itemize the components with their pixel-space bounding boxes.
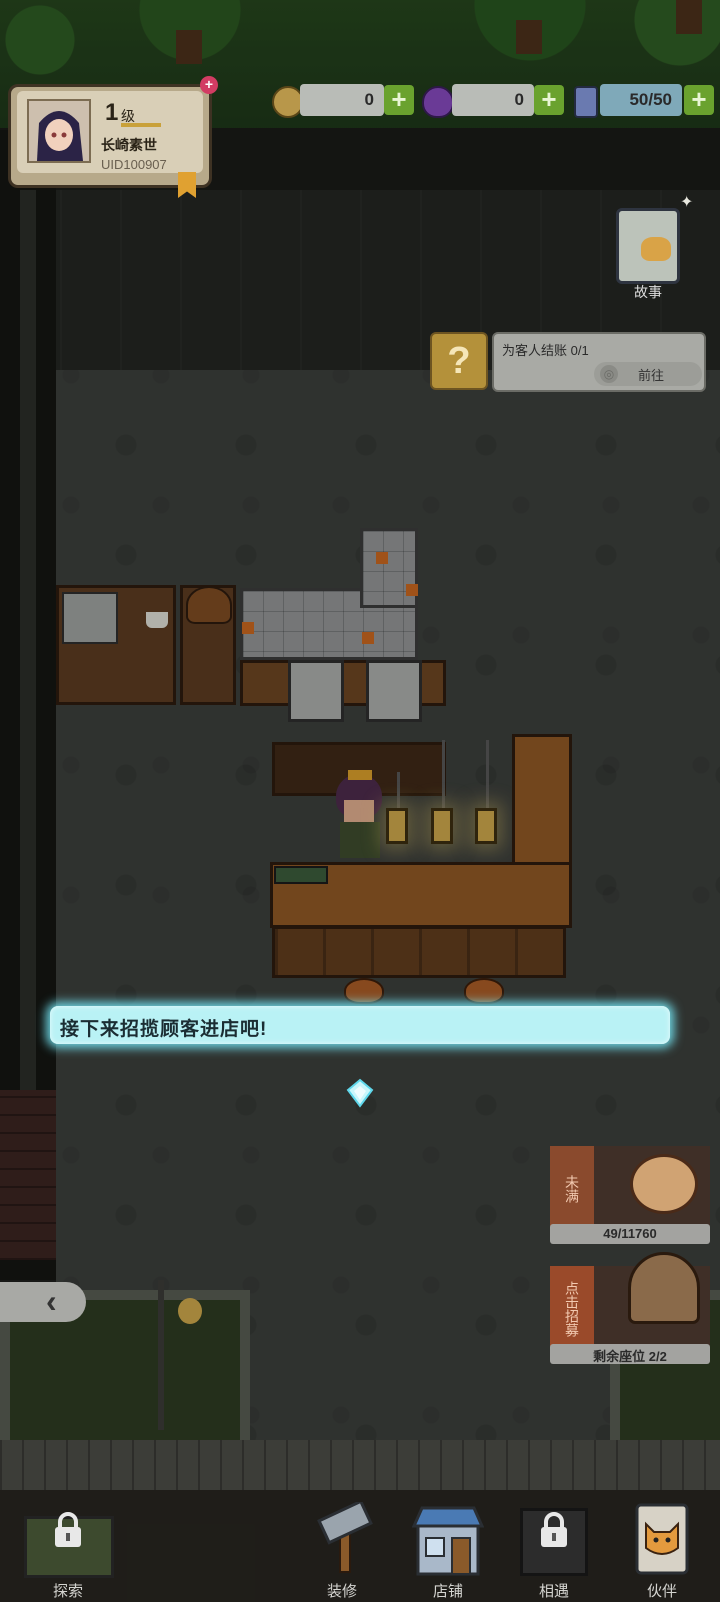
piggy-progress: 49/11760 [603, 1226, 657, 1241]
piggy-bank-icon [630, 1154, 698, 1214]
profile-card-inner: 1 级 长崎素世 UID100907 [17, 91, 203, 173]
nav-explore-label: 探索 [52, 1583, 83, 1600]
story-button[interactable]: ✦ 故事 [608, 194, 704, 300]
sparkle-icon: ✦ [680, 194, 694, 211]
quest-panel: 为客人结账 0/1 ◎ 前往 [492, 332, 706, 392]
nav-encounter-label: 相遇 [538, 1583, 569, 1600]
nav-partner-label: 伙伴 [646, 1583, 677, 1600]
question-mark-icon: ? [430, 332, 488, 390]
service-bell-icon [628, 1252, 700, 1324]
hammer-icon [317, 1502, 373, 1573]
piggy-panel [594, 1146, 710, 1226]
potion-bottle-icon [574, 86, 598, 118]
tutorial-message: 接下来招揽顾客进店吧! [60, 1019, 268, 1040]
lock-icon [55, 1512, 81, 1547]
recruit-card[interactable]: 点击招募 剩余座位 2/2 [550, 1252, 710, 1364]
remaining-seats: 剩余座位 2/2 [593, 1349, 667, 1364]
piggy-bank-card[interactable]: 未满 49/11760 [550, 1146, 710, 1244]
quest-go-button[interactable]: ◎ 前往 [594, 362, 702, 386]
nav-decorate[interactable]: 装修 [294, 1496, 390, 1602]
shop-building-icon [412, 1506, 484, 1576]
nav-partner[interactable]: 伙伴 [614, 1496, 710, 1602]
piggy-status-tag: 未满 [550, 1146, 594, 1226]
stamina-value: 50/50 [629, 90, 672, 109]
quest-text: 为客人结账 0/1 [502, 343, 589, 358]
purple-gem-icon [422, 86, 454, 118]
add-gem-button[interactable]: + [534, 85, 564, 115]
player-level-number: 1 [105, 99, 119, 126]
coin-counter: 0 [300, 84, 384, 116]
stamina-counter: 50/50 [600, 84, 682, 116]
partner-cat-card-icon [635, 1503, 689, 1575]
tutorial-arrow-icon [346, 1078, 374, 1108]
cat-face-icon [641, 237, 671, 261]
story-label: 故事 [634, 284, 662, 300]
piggy-progress-strip: 49/11760 [550, 1224, 710, 1244]
nav-shop-label: 店铺 [432, 1583, 463, 1600]
quest-go-label: 前往 [638, 368, 665, 383]
story-book-icon [616, 208, 680, 284]
nav-decorate-label: 装修 [326, 1583, 357, 1600]
nav-encounter[interactable]: 相遇 [506, 1496, 602, 1602]
lock-icon [541, 1512, 567, 1547]
target-icon: ◎ [600, 365, 618, 383]
gem-value: 0 [514, 90, 524, 109]
tutorial-message-bar[interactable]: 接下来招揽顾客进店吧! [50, 1006, 670, 1044]
coin-value: 0 [364, 90, 374, 109]
nav-explore[interactable]: 探索 [20, 1496, 116, 1602]
profile-notification-badge[interactable]: + [200, 76, 218, 94]
add-stamina-button[interactable]: + [684, 85, 714, 115]
recruit-panel [594, 1252, 710, 1346]
player-avatar [27, 99, 91, 163]
player-uid: UID100907 [101, 157, 167, 172]
collapse-panel-tab[interactable]: ‹ [0, 1282, 86, 1322]
gem-counter: 0 [452, 84, 534, 116]
level-underline [121, 123, 161, 127]
seats-strip: 剩余座位 2/2 [550, 1344, 710, 1364]
add-coin-button[interactable]: + [384, 85, 414, 115]
nav-shop[interactable]: 店铺 [400, 1496, 496, 1602]
quest-tracker[interactable]: ? 为客人结账 0/1 ◎ 前往 [430, 332, 706, 392]
player-name: 长崎素世 [101, 137, 157, 153]
recruit-tag: 点击招募 [550, 1266, 594, 1346]
